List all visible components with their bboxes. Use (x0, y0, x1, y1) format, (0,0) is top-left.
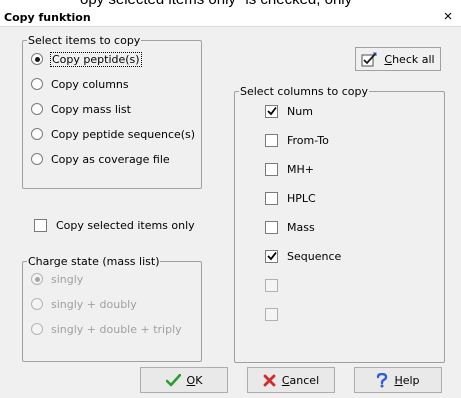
checkbox-icon (265, 104, 278, 118)
radio-icon (31, 298, 43, 310)
checkbox-label: MH+ (287, 162, 314, 176)
checkbox-icon (265, 220, 278, 234)
select-columns-group: Select columns to copy Num From-To MH+ H… (234, 85, 445, 363)
checkbox-icon (265, 278, 278, 292)
radio-label: Copy peptide sequence(s) (51, 127, 196, 141)
background-window-text-strip: opy selected items only" is checked, onl… (0, 0, 461, 8)
red-x-icon (263, 374, 276, 387)
radio-copy-columns[interactable]: Copy columns (31, 76, 129, 92)
radio-icon (31, 53, 43, 65)
checkbox-icon (34, 218, 47, 232)
check-all-button[interactable]: Check all (355, 47, 441, 71)
cancel-button[interactable]: Cancel (247, 367, 335, 393)
window-title: Copy funktion (4, 11, 91, 24)
charge-state-legend: Charge state (mass list) (28, 255, 160, 268)
checkbox-icon (265, 133, 278, 147)
copy-funktion-dialog: Copy funktion × Select items to copy Cop… (0, 8, 461, 398)
column-checkbox-mh-plus[interactable]: MH+ (265, 161, 314, 177)
checkbox-label: From-To (287, 133, 329, 147)
column-checkbox-sequence[interactable]: Sequence (265, 248, 341, 264)
ok-label: K (195, 373, 203, 387)
radio-singly[interactable]: singly (31, 271, 83, 287)
radio-label: singly (51, 272, 84, 286)
radio-icon (31, 78, 43, 90)
checkbox-label: HPLC (287, 191, 316, 205)
radio-singly-double-triply[interactable]: singly + double + triply (31, 321, 182, 337)
checkbox-label: Sequence (287, 249, 342, 263)
checkbox-label: Num (287, 104, 313, 118)
select-items-legend: Select items to copy (28, 34, 141, 47)
checkbox-icon (265, 307, 278, 321)
radio-singly-doubly[interactable]: singly + doubly (31, 296, 137, 312)
check-all-label: heck all (392, 52, 435, 66)
radio-label: Copy peptide(s) (50, 51, 142, 67)
background-text: opy selected items only" is checked, onl… (80, 0, 352, 8)
column-checkbox-mass[interactable]: Mass (265, 219, 315, 235)
help-label: elp (402, 373, 420, 387)
select-columns-legend: Select columns to copy (240, 85, 368, 98)
column-checkbox-num[interactable]: Num (265, 103, 313, 119)
radio-label: singly + double + triply (51, 322, 182, 336)
close-button[interactable]: × (441, 9, 455, 25)
help-button[interactable]: Help (354, 367, 442, 393)
radio-icon (31, 128, 43, 140)
question-mark-icon (376, 372, 388, 388)
radio-copy-peptides[interactable]: Copy peptide(s) (31, 51, 142, 67)
radio-label: singly + doubly (51, 297, 137, 311)
select-items-group: Select items to copy Copy peptide(s) Cop… (22, 34, 202, 189)
checkbox-icon (265, 162, 278, 176)
checkbox-label: Mass (287, 220, 315, 234)
radio-copy-peptide-sequences[interactable]: Copy peptide sequence(s) (31, 126, 195, 142)
ok-button[interactable]: OK (140, 367, 228, 393)
column-checkbox-unused-1 (265, 277, 287, 293)
radio-icon (31, 153, 43, 165)
column-checkbox-from-to[interactable]: From-To (265, 132, 329, 148)
copy-selected-only-checkbox[interactable]: Copy selected items only (34, 217, 195, 233)
green-check-icon (165, 373, 181, 387)
cancel-accel: C (281, 373, 290, 387)
charge-state-group: Charge state (mass list) singly singly +… (22, 255, 202, 362)
ok-accel: O (186, 373, 196, 387)
radio-copy-as-coverage-file[interactable]: Copy as coverage file (31, 151, 170, 167)
help-accel: H (394, 373, 403, 387)
radio-copy-mass-list[interactable]: Copy mass list (31, 101, 131, 117)
radio-label: Copy as coverage file (51, 152, 170, 166)
radio-label: Copy columns (51, 77, 129, 91)
radio-icon (31, 273, 43, 285)
checkbox-icon (265, 249, 278, 263)
check-all-accel: C (384, 52, 393, 66)
column-checkbox-unused-2 (265, 306, 287, 322)
cancel-label: ancel (289, 373, 320, 387)
check-all-icon (361, 51, 378, 67)
radio-icon (31, 103, 43, 115)
title-bar: Copy funktion × (0, 8, 461, 27)
checkbox-icon (265, 191, 278, 205)
radio-label: Copy mass list (51, 102, 131, 116)
column-checkbox-hplc[interactable]: HPLC (265, 190, 316, 206)
radio-icon (31, 323, 43, 335)
checkbox-label: Copy selected items only (56, 218, 195, 232)
dialog-client-area: Select items to copy Copy peptide(s) Cop… (8, 27, 454, 398)
